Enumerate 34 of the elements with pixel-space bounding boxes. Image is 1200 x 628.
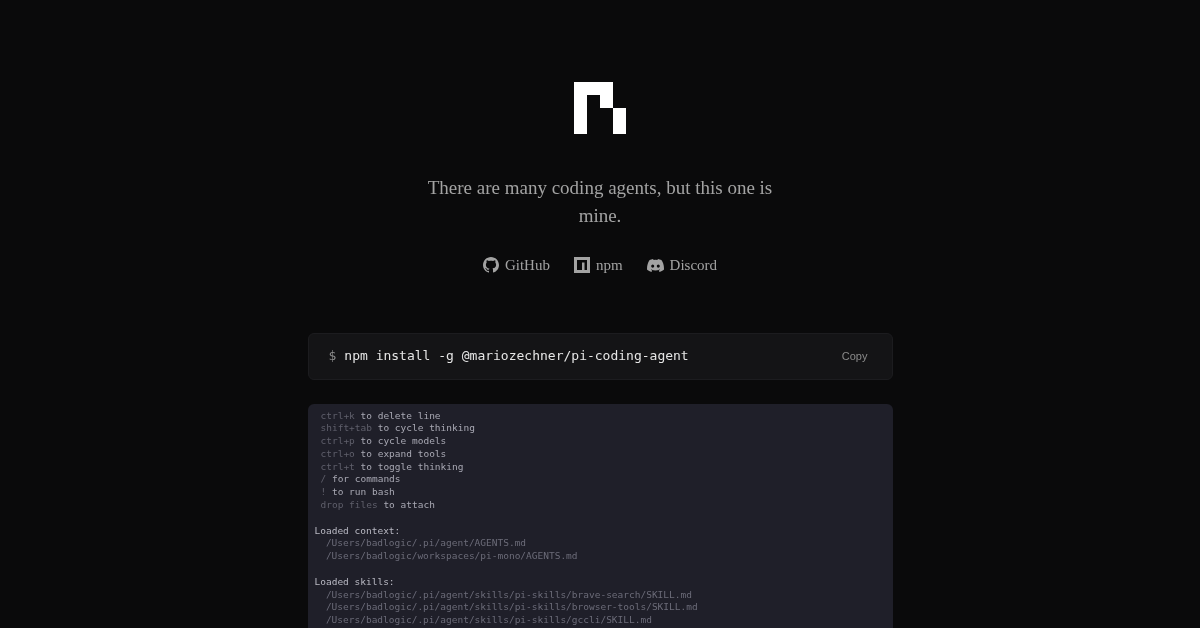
hint-text: to toggle thinking bbox=[360, 460, 464, 474]
shortcut-key: drop files bbox=[320, 499, 378, 512]
hint-text: to expand tools bbox=[360, 447, 447, 461]
install-command: npm install -g @mariozechner/pi-coding-agent bbox=[344, 347, 689, 366]
file-path: /Users/badlogic/.pi/agent/skills/pi-skills/brave-search/SKILL.md bbox=[324, 588, 693, 602]
shortcut-key: ctrl+k bbox=[320, 409, 355, 423]
file-path: /Users/badlogic/.pi/agent/AGENTS.md bbox=[324, 537, 528, 551]
prompt-symbol: $ bbox=[328, 347, 337, 366]
hint-text: to cycle models bbox=[360, 435, 447, 448]
tagline: There are many coding agents, but this one is mine. bbox=[426, 176, 774, 228]
section-heading: Loaded skills: bbox=[314, 575, 396, 589]
hint-text: to cycle thinking bbox=[377, 422, 475, 436]
hint-text: to attach bbox=[383, 499, 435, 512]
npm-icon bbox=[573, 257, 590, 274]
hint-text: to delete line bbox=[360, 409, 441, 423]
section-heading: Loaded context: bbox=[314, 524, 402, 538]
file-path: /Users/badlogic/.pi/agent/skills/pi-skills/browser-tools/SKILL.md bbox=[324, 601, 699, 615]
shortcut-key: ctrl+t bbox=[320, 460, 355, 474]
hint-text: to run bash bbox=[331, 486, 395, 500]
file-path: /Users/badlogic/workspaces/pi-mono/AGENTS.md bbox=[324, 550, 579, 564]
link[interactable]: GitHub bbox=[482, 254, 550, 277]
pixel-logo-icon bbox=[574, 82, 626, 134]
shortcut-key: ctrl+o bbox=[320, 447, 355, 461]
shortcut-key: / bbox=[320, 473, 327, 487]
shortcut-key: shift+tab bbox=[320, 422, 372, 436]
discord-icon bbox=[646, 258, 664, 272]
link[interactable]: npm bbox=[573, 254, 623, 277]
github-icon bbox=[482, 257, 499, 274]
link[interactable]: Discord bbox=[646, 254, 718, 277]
shortcut-key: ! bbox=[320, 486, 327, 500]
copy-button[interactable]: Copy bbox=[841, 347, 868, 365]
hint-text: for commands bbox=[331, 473, 401, 487]
shortcut-key: ctrl+p bbox=[320, 435, 355, 448]
file-path: /Users/badlogic/.pi/agent/skills/pi-skills/gccli/SKILL.md bbox=[324, 614, 653, 628]
